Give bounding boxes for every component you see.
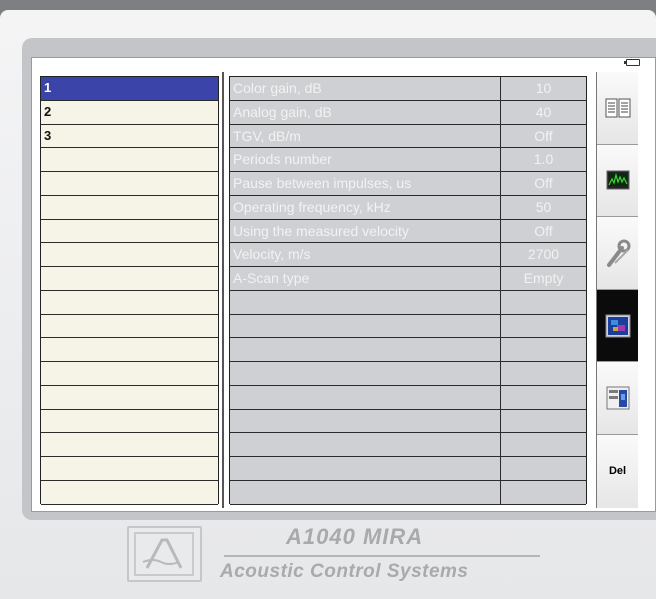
table-row[interactable]: Analog gain, dB 40 bbox=[230, 100, 586, 125]
param-value: Off bbox=[534, 222, 553, 239]
param-value: 10 bbox=[535, 80, 552, 96]
delete-button[interactable]: Del bbox=[597, 434, 638, 508]
list-item[interactable] bbox=[41, 219, 218, 244]
settings-button[interactable] bbox=[597, 217, 638, 290]
param-value: Off bbox=[534, 175, 553, 192]
param-name: TGV, dB/m bbox=[230, 124, 501, 148]
param-name bbox=[230, 457, 501, 481]
list-item[interactable] bbox=[41, 338, 218, 363]
param-name bbox=[230, 362, 501, 385]
param-name bbox=[230, 409, 501, 433]
param-name bbox=[230, 314, 501, 338]
ascan-display-icon bbox=[606, 170, 629, 190]
list-item[interactable] bbox=[41, 195, 218, 220]
param-name: Operating frequency, kHz bbox=[230, 195, 501, 219]
param-value bbox=[501, 481, 586, 504]
param-value bbox=[501, 291, 586, 314]
param-value: Empty bbox=[523, 270, 564, 287]
list-item[interactable] bbox=[41, 362, 218, 386]
table-row[interactable] bbox=[230, 338, 586, 363]
company-name: Acoustic Control Systems bbox=[220, 561, 469, 582]
table-row[interactable] bbox=[230, 409, 586, 434]
company-logo bbox=[127, 526, 202, 582]
param-value bbox=[501, 410, 586, 433]
parameters-table: Color gain, dB 10 Analog gain, dB 40 TGV, … bbox=[229, 76, 587, 505]
param-name bbox=[230, 433, 501, 457]
side-toolbar: Del bbox=[596, 72, 638, 508]
table-row[interactable] bbox=[230, 433, 586, 458]
param-value: 50 bbox=[535, 198, 552, 215]
table-row[interactable]: Operating frequency, kHz 50 bbox=[230, 195, 586, 220]
param-value: 2700 bbox=[527, 246, 560, 263]
param-value bbox=[501, 386, 586, 409]
panel-button[interactable] bbox=[597, 362, 638, 435]
param-name bbox=[230, 481, 501, 504]
table-row[interactable]: Periods number 1.0 bbox=[230, 148, 586, 173]
param-value: 1.0 bbox=[533, 151, 554, 168]
table-row[interactable] bbox=[230, 314, 586, 339]
table-row[interactable] bbox=[230, 457, 586, 482]
probe-list[interactable]: 1 2 3 bbox=[40, 76, 219, 505]
param-value bbox=[501, 433, 586, 456]
list-item[interactable] bbox=[41, 457, 218, 482]
list-item[interactable]: 3 bbox=[41, 124, 218, 149]
param-name: Using the measured velocity bbox=[230, 219, 501, 243]
param-name: A-Scan type bbox=[230, 267, 501, 290]
list-item[interactable] bbox=[41, 481, 218, 505]
table-row[interactable]: Velocity, m/s 2700 bbox=[230, 243, 586, 268]
bscan-image-icon bbox=[605, 314, 630, 338]
param-name: Analog gain, dB bbox=[230, 100, 501, 124]
table-row[interactable]: Color gain, dB 10 bbox=[230, 77, 586, 101]
list-item[interactable] bbox=[41, 172, 218, 196]
list-item[interactable] bbox=[41, 290, 218, 315]
param-value bbox=[501, 315, 586, 338]
table-row[interactable] bbox=[230, 385, 586, 410]
table-row[interactable] bbox=[230, 290, 586, 315]
list-item[interactable] bbox=[41, 243, 218, 268]
list-item[interactable] bbox=[41, 314, 218, 339]
wrench-icon bbox=[606, 239, 630, 267]
list-item[interactable] bbox=[41, 385, 218, 410]
panel-divider bbox=[222, 72, 224, 508]
param-value bbox=[501, 362, 586, 385]
list-item[interactable] bbox=[41, 409, 218, 434]
param-name bbox=[230, 385, 501, 409]
param-name bbox=[230, 290, 501, 314]
table-row[interactable]: Pause between impulses, us Off bbox=[230, 172, 586, 196]
param-value bbox=[501, 457, 586, 480]
table-row[interactable]: TGV, dB/m Off bbox=[230, 124, 586, 149]
table-row[interactable] bbox=[230, 362, 586, 386]
document-icon bbox=[605, 98, 630, 118]
table-row[interactable]: A-Scan type Empty bbox=[230, 267, 586, 291]
param-name: Velocity, m/s bbox=[230, 243, 501, 267]
screen-panel-icon bbox=[606, 386, 629, 410]
table-row[interactable]: Using the measured velocity Off bbox=[230, 219, 586, 244]
bscan-button[interactable] bbox=[597, 289, 638, 363]
list-item[interactable] bbox=[41, 433, 218, 458]
param-value: 40 bbox=[535, 103, 552, 120]
param-name bbox=[230, 338, 501, 362]
brand-divider bbox=[224, 555, 540, 557]
ascan-button[interactable] bbox=[597, 144, 638, 218]
param-value: Off bbox=[534, 127, 553, 144]
table-row[interactable] bbox=[230, 481, 586, 505]
param-value bbox=[501, 338, 586, 361]
param-name: Periods number bbox=[230, 148, 501, 172]
param-name: Color gain, dB bbox=[230, 77, 501, 100]
battery-icon bbox=[624, 59, 640, 66]
list-item[interactable] bbox=[41, 148, 218, 173]
param-name: Pause between impulses, us bbox=[230, 172, 501, 195]
document-button[interactable] bbox=[597, 72, 638, 145]
list-item[interactable] bbox=[41, 267, 218, 291]
list-item[interactable]: 2 bbox=[41, 100, 218, 125]
model-name: A1040 MIRA bbox=[286, 524, 424, 549]
list-item[interactable]: 1 bbox=[41, 77, 218, 101]
delete-icon: Del bbox=[608, 465, 627, 478]
